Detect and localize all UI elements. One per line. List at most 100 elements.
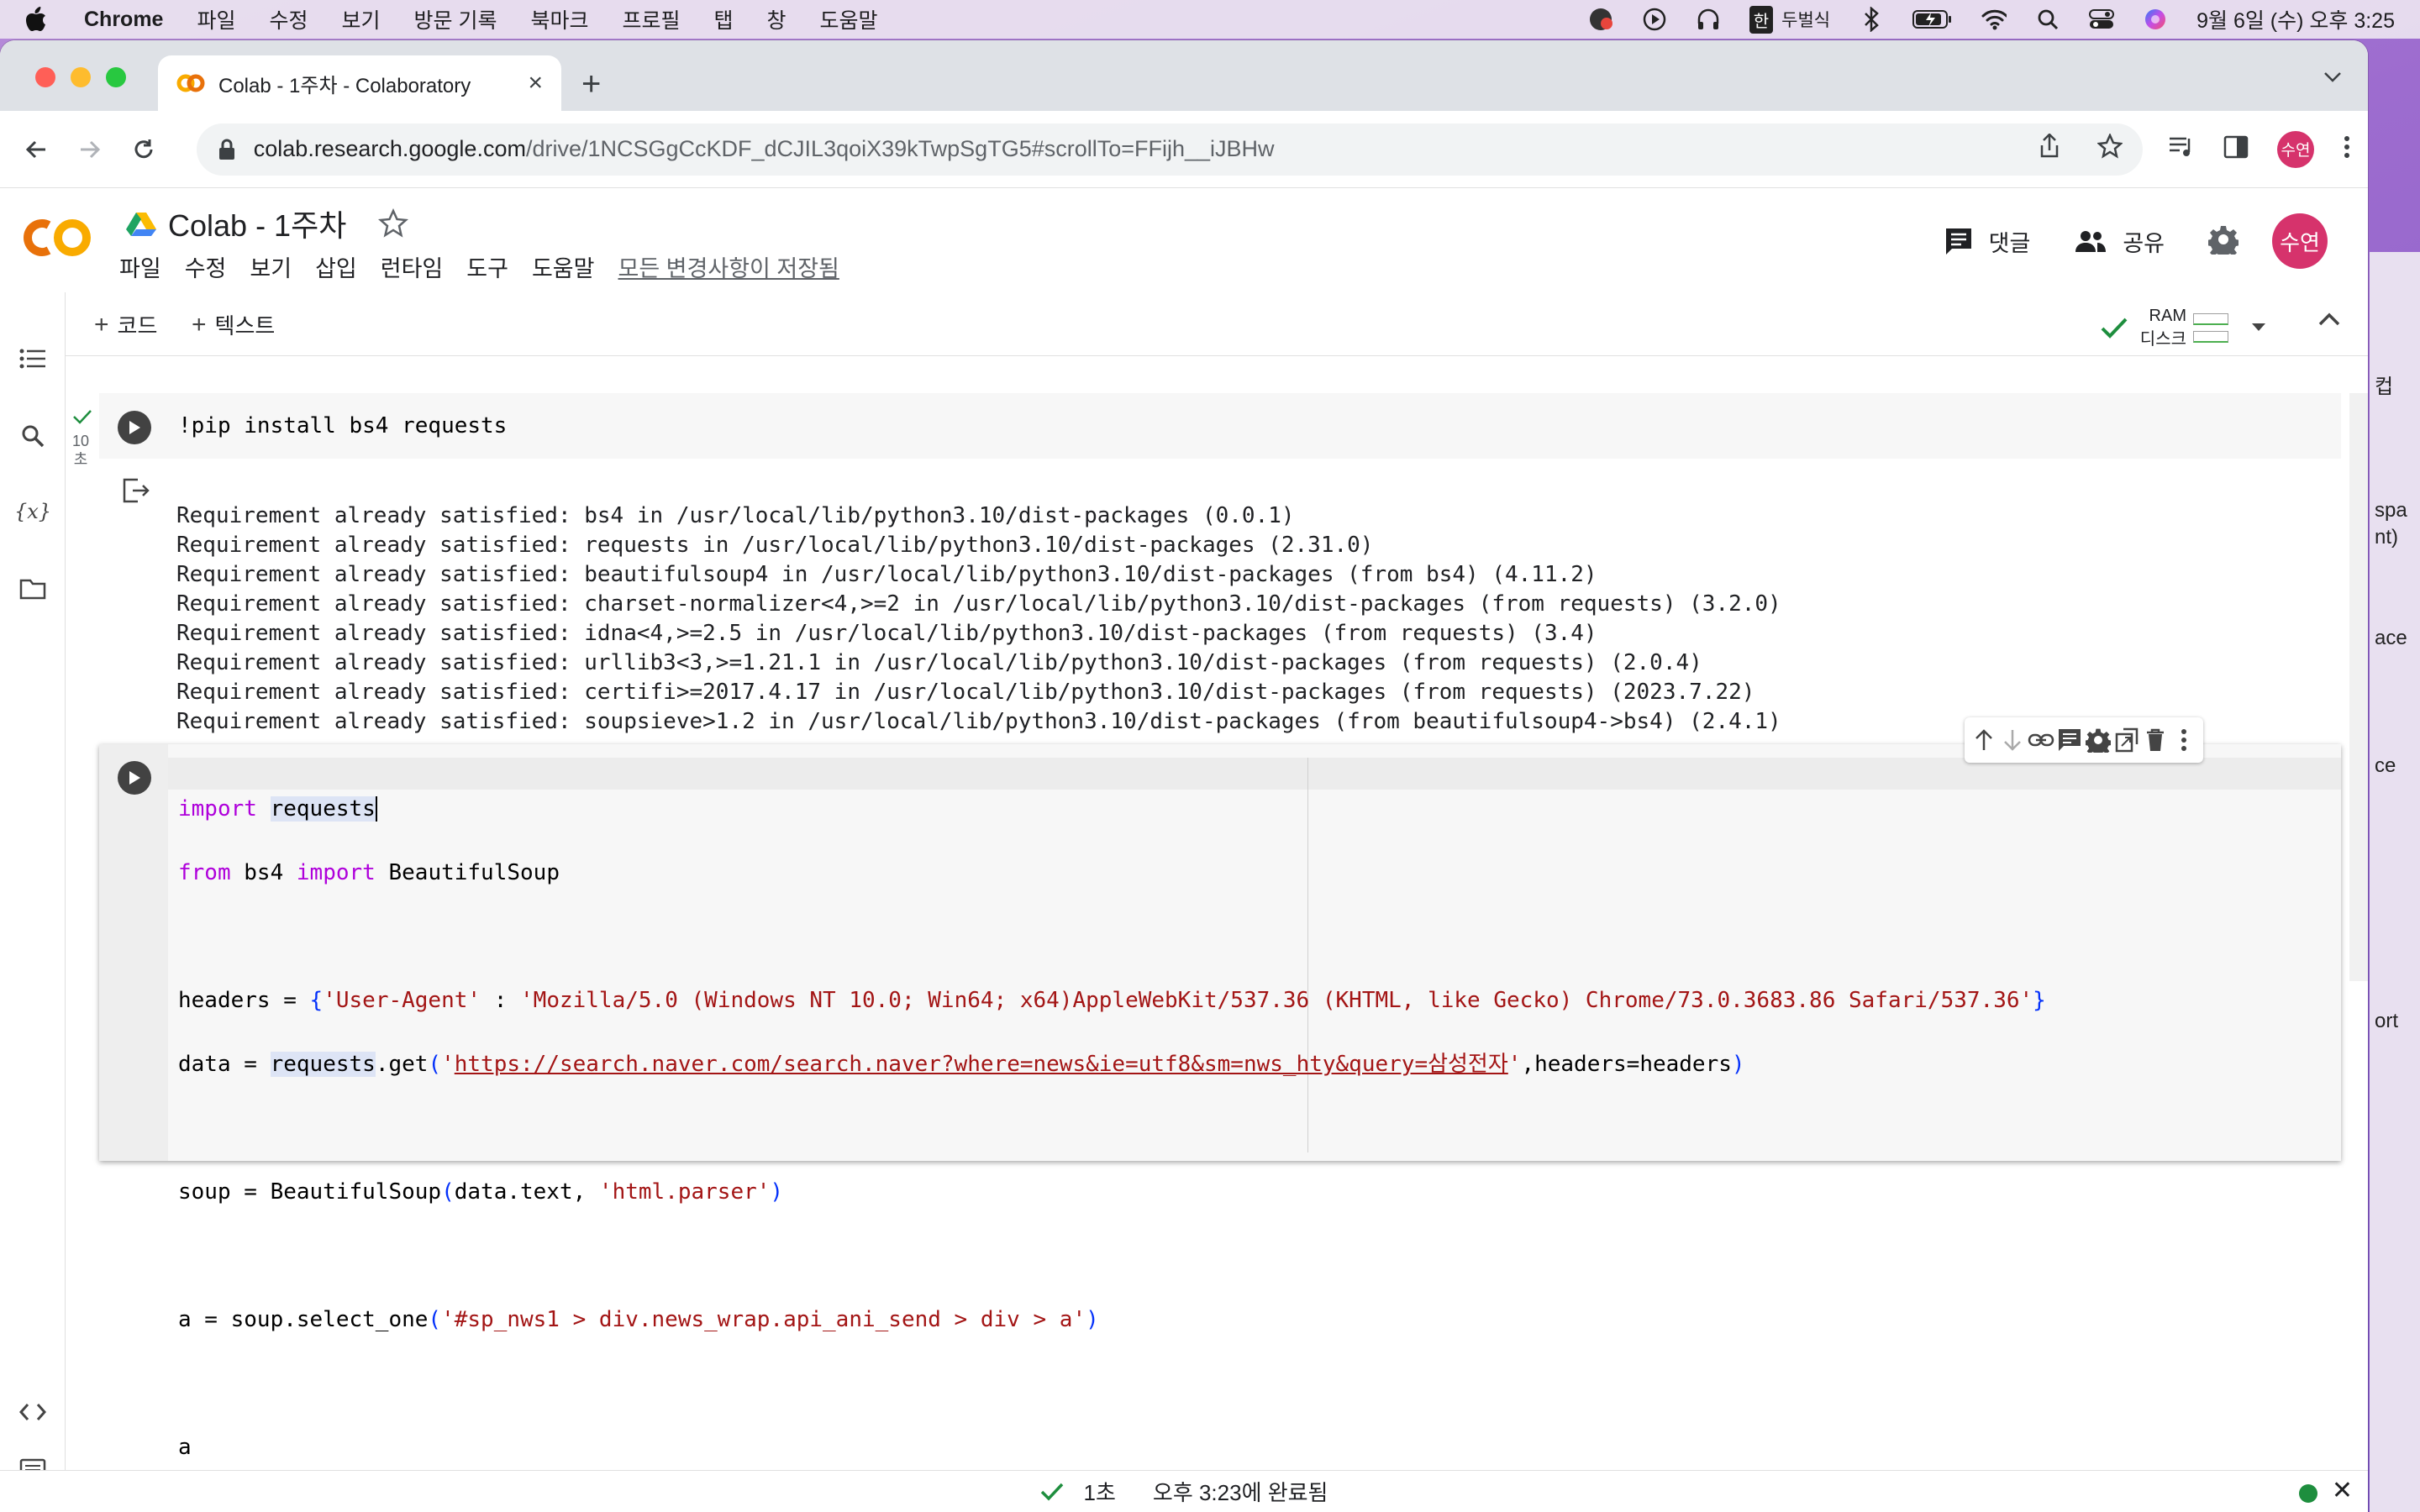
chat-app-icon[interactable] xyxy=(1588,7,1613,32)
battery-icon[interactable] xyxy=(1912,7,1953,32)
cell-1-code[interactable]: !pip install bs4 requests xyxy=(178,413,507,438)
run-cell-1-button[interactable] xyxy=(118,411,151,444)
minimize-window-button[interactable] xyxy=(71,67,91,87)
close-window-button[interactable] xyxy=(35,67,55,87)
side-panel-icon[interactable] xyxy=(2223,135,2249,163)
code-string: 'User-Agent' xyxy=(323,988,481,1013)
exec-time-unit: 초 xyxy=(73,451,88,468)
zoom-window-button[interactable] xyxy=(106,67,126,87)
korean-input-icon[interactable]: 한 두벌식 xyxy=(1749,5,1830,34)
notebook-scrollbar[interactable] xyxy=(2349,393,2368,981)
notebook-toolbar: + 코드 + 텍스트 RAM 디스크 xyxy=(66,292,2368,356)
more-options-icon[interactable] xyxy=(2170,725,2198,755)
reload-button[interactable] xyxy=(124,130,163,169)
back-button[interactable] xyxy=(17,130,55,169)
siri-icon[interactable] xyxy=(2143,7,2168,32)
code-bracket: { xyxy=(309,988,324,1013)
spotlight-search-icon[interactable] xyxy=(2035,7,2060,32)
code-token: .get xyxy=(375,1052,429,1077)
tab-close-icon[interactable]: × xyxy=(528,69,543,97)
add-comment-icon[interactable] xyxy=(2055,725,2084,755)
star-icon[interactable] xyxy=(378,208,409,239)
folder-icon[interactable] xyxy=(17,573,49,605)
share-button[interactable]: 공유 xyxy=(2074,225,2165,258)
connection-status-dot[interactable] xyxy=(2299,1484,2317,1503)
table-of-contents-icon[interactable] xyxy=(17,343,49,375)
google-drive-icon[interactable] xyxy=(126,211,156,236)
left-sidebar: {x} xyxy=(0,292,66,1512)
code-line: soup = BeautifulSoup(data.text, 'html.pa… xyxy=(178,1176,2046,1208)
notebook-title[interactable]: Colab - 1주차 xyxy=(168,202,346,245)
apple-icon[interactable] xyxy=(25,6,49,33)
colab-menu-tools[interactable]: 도구 xyxy=(466,250,508,283)
peek-text: ort xyxy=(2375,1010,2399,1032)
move-cell-up-icon[interactable] xyxy=(1970,725,1998,755)
settings-gear-icon[interactable] xyxy=(2207,224,2240,260)
people-icon xyxy=(2075,231,2107,252)
colab-logo[interactable] xyxy=(24,213,94,262)
forward-button[interactable] xyxy=(71,130,109,169)
search-icon[interactable] xyxy=(17,420,49,452)
add-code-button[interactable]: + 코드 xyxy=(94,309,157,340)
bookmark-star-icon[interactable] xyxy=(2096,132,2123,165)
tab-search-chevron-icon[interactable] xyxy=(2323,71,2343,88)
colab-menu-file[interactable]: 파일 xyxy=(119,250,161,283)
browser-profile-avatar[interactable]: 수연 xyxy=(2277,130,2314,168)
save-status[interactable]: 모든 변경사항이 저장됨 xyxy=(618,250,839,283)
code-token: headers = xyxy=(178,988,310,1013)
new-tab-button[interactable]: + xyxy=(581,66,601,103)
bluetooth-icon[interactable] xyxy=(1859,7,1884,32)
address-bar[interactable]: colab.research.google.com/drive/1NCSGgCc… xyxy=(196,123,2143,176)
menu-file[interactable]: 파일 xyxy=(197,4,235,34)
menu-app-name[interactable]: Chrome xyxy=(84,8,163,32)
mirror-cell-icon[interactable] xyxy=(2112,725,2141,755)
link-to-cell-icon[interactable] xyxy=(2027,725,2055,755)
browser-menu-icon[interactable] xyxy=(2343,134,2351,164)
add-text-button[interactable]: + 텍스트 xyxy=(192,309,275,340)
menu-profiles[interactable]: 프로필 xyxy=(622,4,680,34)
peek-text: spa xyxy=(2375,499,2407,522)
collapse-chevron-up-icon[interactable] xyxy=(2317,311,2341,332)
code-bracket: ( xyxy=(441,1179,455,1205)
colab-menu-insert[interactable]: 삽입 xyxy=(315,250,357,283)
resources-indicator[interactable]: RAM 디스크 xyxy=(2100,304,2267,351)
menubar-clock[interactable]: 9월 6일 (수) 오후 3:25 xyxy=(2196,4,2395,34)
browser-tab-active[interactable]: Colab - 1주차 - Colaboratory × xyxy=(158,55,561,111)
menu-history[interactable]: 방문 기록 xyxy=(414,4,497,34)
code-line: a = soup.select_one('#sp_nws1 > div.news… xyxy=(178,1304,2046,1336)
play-icon[interactable] xyxy=(1642,7,1667,32)
output-actions-icon[interactable] xyxy=(121,477,151,504)
menu-tab[interactable]: 탭 xyxy=(714,4,734,34)
share-page-icon[interactable] xyxy=(2039,133,2060,165)
close-statusbar-icon[interactable]: ✕ xyxy=(2332,1476,2353,1505)
move-cell-down-icon[interactable] xyxy=(1998,725,2027,755)
menu-window[interactable]: 창 xyxy=(767,4,786,34)
menu-bookmarks[interactable]: 북마크 xyxy=(530,4,588,34)
cell-2-code-editor[interactable]: import requests from bs4 import Beautifu… xyxy=(178,761,2046,1495)
code-bracket: } xyxy=(2033,988,2046,1013)
code-url-link[interactable]: https://search.naver.com/search.naver?wh… xyxy=(455,1052,1508,1077)
lock-icon[interactable] xyxy=(217,138,237,161)
code-snippets-icon[interactable] xyxy=(17,1396,49,1428)
tab-title: Colab - 1주차 - Colaboratory xyxy=(218,74,471,97)
colab-favicon-icon xyxy=(176,74,205,92)
media-controls-icon[interactable] xyxy=(2168,135,2195,163)
control-center-icon[interactable] xyxy=(2089,7,2115,32)
headphones-icon[interactable] xyxy=(1696,7,1721,32)
variables-icon[interactable]: {x} xyxy=(14,496,51,528)
colab-menu-view[interactable]: 보기 xyxy=(250,250,292,283)
menu-help[interactable]: 도움말 xyxy=(820,4,878,34)
comment-button[interactable]: 댓글 xyxy=(1944,225,2030,258)
colab-menu-edit[interactable]: 수정 xyxy=(185,250,227,283)
user-avatar[interactable]: 수연 xyxy=(2272,213,2328,269)
run-cell-2-button[interactable] xyxy=(118,761,151,795)
colab-menu-help[interactable]: 도움말 xyxy=(532,250,595,283)
menu-view[interactable]: 보기 xyxy=(342,4,381,34)
colab-menu-runtime[interactable]: 런타임 xyxy=(381,250,444,283)
delete-cell-icon[interactable] xyxy=(2141,725,2170,755)
caret-down-icon[interactable] xyxy=(2250,322,2267,333)
cell-settings-gear-icon[interactable] xyxy=(2084,725,2112,755)
menu-edit[interactable]: 수정 xyxy=(269,4,308,34)
wifi-icon[interactable] xyxy=(1981,7,2007,32)
colab-header: Colab - 1주차 파일 수정 보기 삽입 런타임 도구 도움말 모든 변경… xyxy=(0,188,2368,296)
